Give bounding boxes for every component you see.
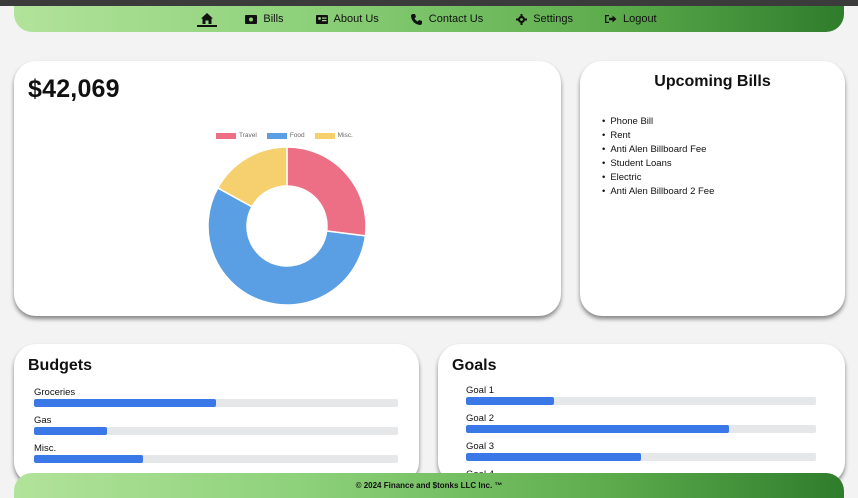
budget-label: Gas — [34, 415, 52, 426]
legend-item-misc[interactable]: Misc. — [314, 132, 353, 139]
id-card-icon — [315, 13, 328, 25]
goal-progress-fill — [466, 425, 729, 433]
nav-settings-label: Settings — [533, 13, 573, 25]
bill-item: Student Loans — [602, 157, 714, 171]
budget-row-gas: Gas — [34, 415, 398, 435]
bill-item: Rent — [602, 129, 714, 143]
goal-progress-fill — [466, 453, 641, 461]
goal-label: Goal 2 — [466, 413, 494, 424]
budgets-card: Budgets Groceries Gas Misc. — [14, 344, 419, 484]
budget-label: Groceries — [34, 387, 76, 398]
budget-row-misc: Misc. — [34, 443, 398, 463]
goal-progress-track — [466, 397, 816, 405]
legend-label-misc: Misc. — [337, 132, 353, 139]
budget-progress-fill — [34, 399, 216, 407]
nav-contact-us[interactable]: Contact Us — [395, 6, 499, 32]
upcoming-bills-title: Upcoming Bills — [654, 73, 771, 90]
legend-swatch-misc — [314, 132, 335, 139]
budget-progress-track — [34, 427, 398, 435]
nav-logout-label: Logout — [622, 13, 657, 25]
phone-icon — [411, 13, 423, 25]
bill-item: Electric — [602, 171, 714, 185]
goal-row: Goal 3 — [466, 441, 816, 461]
legend-label-travel: Travel — [239, 132, 257, 139]
goal-label: Goal 1 — [466, 385, 494, 396]
page-footer: © 2024 Finance and $tonks LLC Inc. ™ — [14, 473, 844, 498]
upcoming-bills-card: Upcoming Bills Phone Bill Rent Anti Alen… — [580, 61, 845, 316]
budgets-title: Budgets — [28, 357, 92, 374]
nav-about-us-label: About Us — [333, 13, 379, 25]
legend-swatch-travel — [216, 132, 236, 139]
top-navbar: Bills About Us Contact Us Settings Logou… — [14, 6, 844, 32]
budget-progress-fill — [34, 427, 107, 435]
gear-icon — [515, 13, 527, 25]
footer-copyright: © 2024 Finance and $tonks LLC Inc. ™ — [355, 481, 503, 490]
balance-card: $42,069 Travel Food Misc. — [14, 61, 561, 316]
budget-label: Misc. — [34, 443, 57, 454]
legend-item-travel[interactable]: Travel — [216, 132, 257, 139]
home-icon — [201, 12, 214, 24]
goal-row: Goal 1 — [466, 385, 816, 405]
budget-progress-track — [34, 455, 398, 463]
chart-legend: Travel Food Misc. — [216, 132, 353, 139]
total-balance: $42,069 — [28, 75, 120, 103]
legend-item-food[interactable]: Food — [266, 132, 305, 139]
nav-settings[interactable]: Settings — [499, 6, 589, 32]
spending-donut-chart — [207, 146, 367, 306]
budget-progress-fill — [34, 455, 144, 463]
goal-progress-track — [466, 425, 816, 433]
legend-label-food: Food — [289, 132, 305, 139]
bill-item: Anti Alen Billboard Fee — [602, 143, 714, 157]
bill-item: Phone Bill — [602, 115, 714, 129]
donut-slice-travel[interactable] — [286, 146, 367, 237]
nav-home[interactable] — [197, 11, 218, 27]
goal-row: Goal 2 — [466, 413, 816, 433]
nav-bills-label: Bills — [263, 13, 284, 25]
goal-progress-track — [466, 453, 816, 461]
budget-row-groceries: Groceries — [34, 387, 398, 407]
goals-card: Goals Goal 1 Goal 2 Goal 3 Goal 4 — [438, 344, 845, 484]
nav-about-us[interactable]: About Us — [300, 6, 395, 32]
goal-label: Goal 3 — [466, 441, 494, 452]
budget-progress-track — [34, 399, 398, 407]
legend-swatch-food — [266, 132, 287, 139]
nav-bills[interactable]: Bills — [229, 6, 299, 32]
goal-progress-fill — [466, 397, 554, 405]
upcoming-bills-list: Phone Bill Rent Anti Alen Billboard Fee … — [602, 115, 714, 199]
logout-icon — [604, 13, 617, 25]
goals-title: Goals — [452, 357, 497, 374]
bill-item: Anti Alen Billboard 2 Fee — [602, 185, 714, 199]
nav-contact-us-label: Contact Us — [428, 13, 484, 25]
nav-logout[interactable]: Logout — [589, 6, 673, 32]
money-bill-icon — [245, 13, 258, 25]
